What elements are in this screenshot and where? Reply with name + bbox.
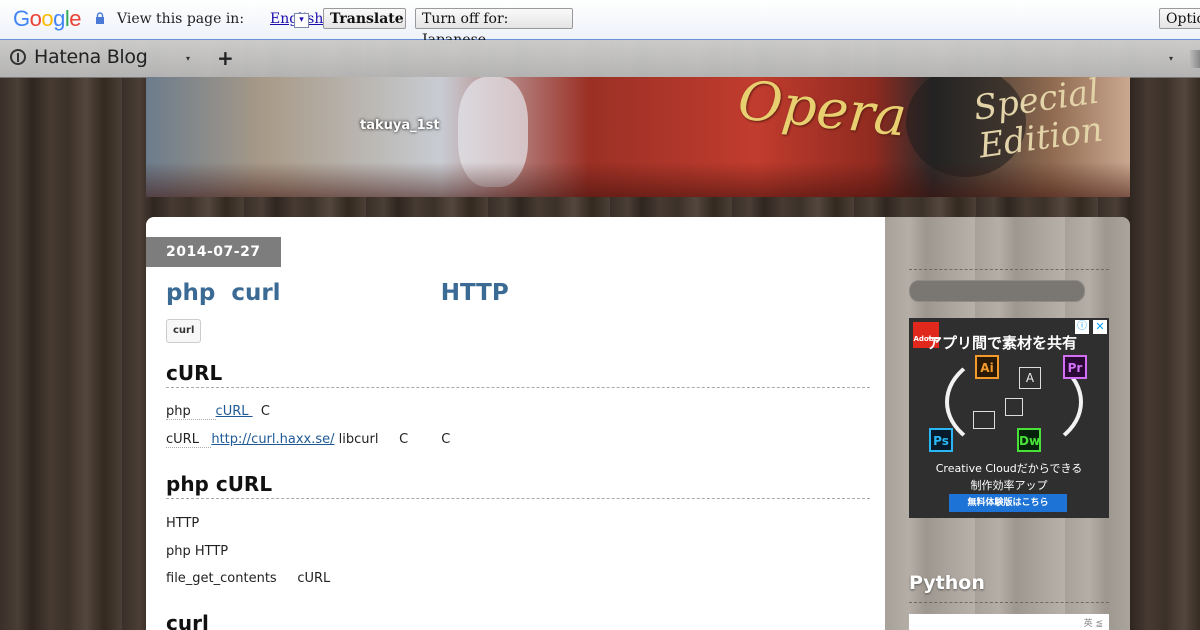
ad-cta-button[interactable]: 無料体験版はこちら <box>949 494 1067 512</box>
entry-date[interactable]: 2014-07-27 <box>146 237 281 267</box>
section-heading: cURL <box>166 361 870 388</box>
curl-link[interactable]: cURL <box>216 404 253 419</box>
curl-site-link[interactable]: http://curl.haxx.se/ <box>211 432 334 447</box>
banner-photo-text: Opera <box>735 77 910 149</box>
chevron-down-icon[interactable]: ▾ <box>294 13 309 28</box>
options-button[interactable]: Options <box>1159 8 1200 29</box>
divider <box>909 269 1109 270</box>
google-logo: Google <box>13 6 82 31</box>
entry-title[interactable]: php curl HTTP <box>166 280 509 306</box>
content-area: 2014-07-27 php curl HTTP curl cURL php c… <box>146 217 1130 630</box>
turn-off-button[interactable]: Turn off for: Japanese <box>415 8 573 48</box>
premiere-icon: Pr <box>1063 355 1087 379</box>
blog-banner[interactable]: Opera Special Edition takuya_1st <box>146 77 1130 197</box>
hatena-header: Hatena Blog ▾ + ▾ <box>0 40 1200 78</box>
chevron-down-icon[interactable]: ▾ <box>186 54 190 63</box>
hatena-logo-text[interactable]: Hatena Blog <box>34 46 148 68</box>
section-heading: php cURL <box>166 472 870 499</box>
dreamweaver-icon: Dw <box>1017 428 1041 452</box>
ad-copy: Creative Cloudだからできる 制作効率アップ <box>909 460 1109 494</box>
entry-main: 2014-07-27 php curl HTTP curl cURL php c… <box>146 217 885 630</box>
sidebar-heading: Python <box>909 572 985 594</box>
banner-photo-text: Special Edition <box>971 77 1106 167</box>
blog-title[interactable]: takuya_1st <box>360 118 440 133</box>
grid-icon <box>1005 398 1023 416</box>
lock-icon <box>96 12 104 24</box>
add-icon[interactable]: + <box>217 46 234 70</box>
translate-button[interactable]: Translate <box>323 8 406 29</box>
illustrator-icon: Ai <box>975 355 999 379</box>
paragraph: cURL http://curl.haxx.se/ libcurl C C <box>166 432 451 448</box>
text-span: php <box>166 404 216 420</box>
font-icon: A <box>1019 367 1041 389</box>
view-page-label: View this page in: <box>117 11 245 27</box>
text-span: libcurl C C <box>334 432 451 447</box>
entry-tag[interactable]: curl <box>166 319 202 343</box>
image-icon <box>973 411 995 429</box>
translate-bar: Google View this page in: English ▾ Tran… <box>0 0 1200 48</box>
sidebar-module: 英 ≦ <box>909 614 1109 630</box>
close-icon[interactable]: ✕ <box>1093 320 1107 334</box>
section-heading: curl <box>166 611 209 630</box>
paragraph: HTTP <box>166 516 200 531</box>
user-menu-button[interactable] <box>1190 50 1200 68</box>
divider <box>909 602 1109 603</box>
search-input[interactable] <box>909 280 1085 302</box>
ad-copy-line: Creative Cloudだからできる <box>935 462 1083 475</box>
paragraph: php HTTP <box>166 544 229 559</box>
advertisement[interactable]: Adobe ⓘ ✕ アプリ間で素材を共有 Ai Pr Ps Dw A Creat… <box>909 318 1109 518</box>
chevron-down-icon[interactable]: ▾ <box>1169 54 1173 63</box>
paragraph: file_get_contents cURL <box>166 571 331 586</box>
hatena-logo-icon[interactable] <box>10 49 26 65</box>
text-span: C <box>252 404 270 419</box>
text-span: cURL <box>166 432 212 448</box>
ad-copy-line: 制作効率アップ <box>970 479 1048 492</box>
info-icon[interactable]: ⓘ <box>1075 320 1089 334</box>
photoshop-icon: Ps <box>929 428 953 452</box>
banner-shadow <box>146 162 1130 197</box>
paragraph: php cURL C <box>166 404 270 420</box>
sidebar: Adobe ⓘ ✕ アプリ間で素材を共有 Ai Pr Ps Dw A Creat… <box>885 217 1130 630</box>
module-label: 英 ≦ <box>1083 619 1103 629</box>
